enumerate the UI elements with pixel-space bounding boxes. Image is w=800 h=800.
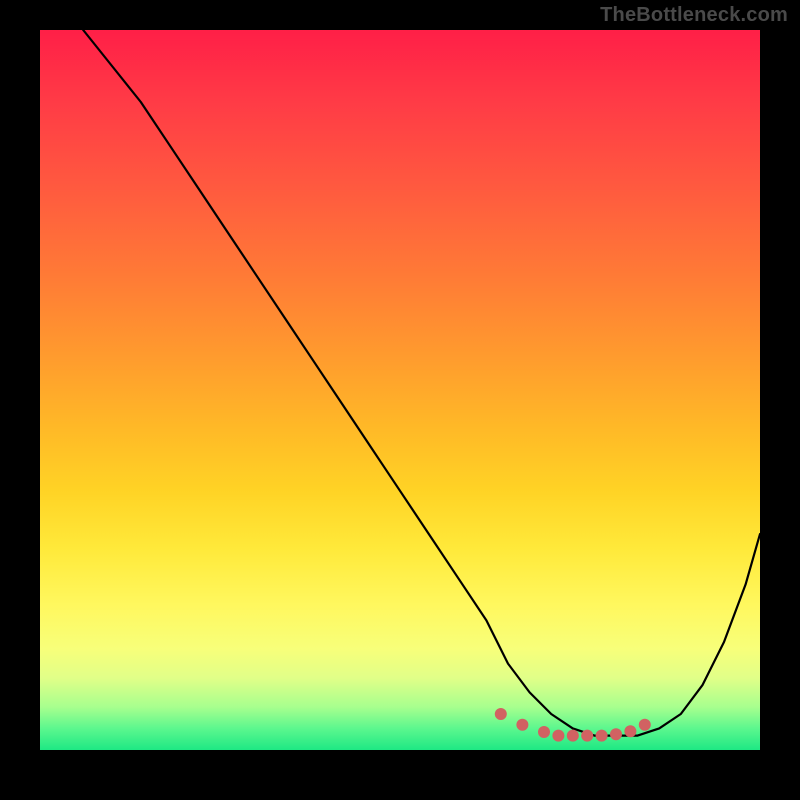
optimal-dot [567, 730, 579, 742]
optimal-dot [495, 708, 507, 720]
optimal-dot [596, 730, 608, 742]
bottleneck-curve-line [83, 30, 760, 736]
optimal-dot [552, 730, 564, 742]
optimal-dot [624, 725, 636, 737]
optimal-dot [538, 726, 550, 738]
optimal-dot [639, 719, 651, 731]
optimal-dot [581, 730, 593, 742]
chart-frame: TheBottleneck.com [0, 0, 800, 800]
bottleneck-curve-svg [40, 30, 760, 750]
optimal-dot [516, 719, 528, 731]
optimal-dot [610, 728, 622, 740]
watermark-text: TheBottleneck.com [600, 4, 788, 27]
